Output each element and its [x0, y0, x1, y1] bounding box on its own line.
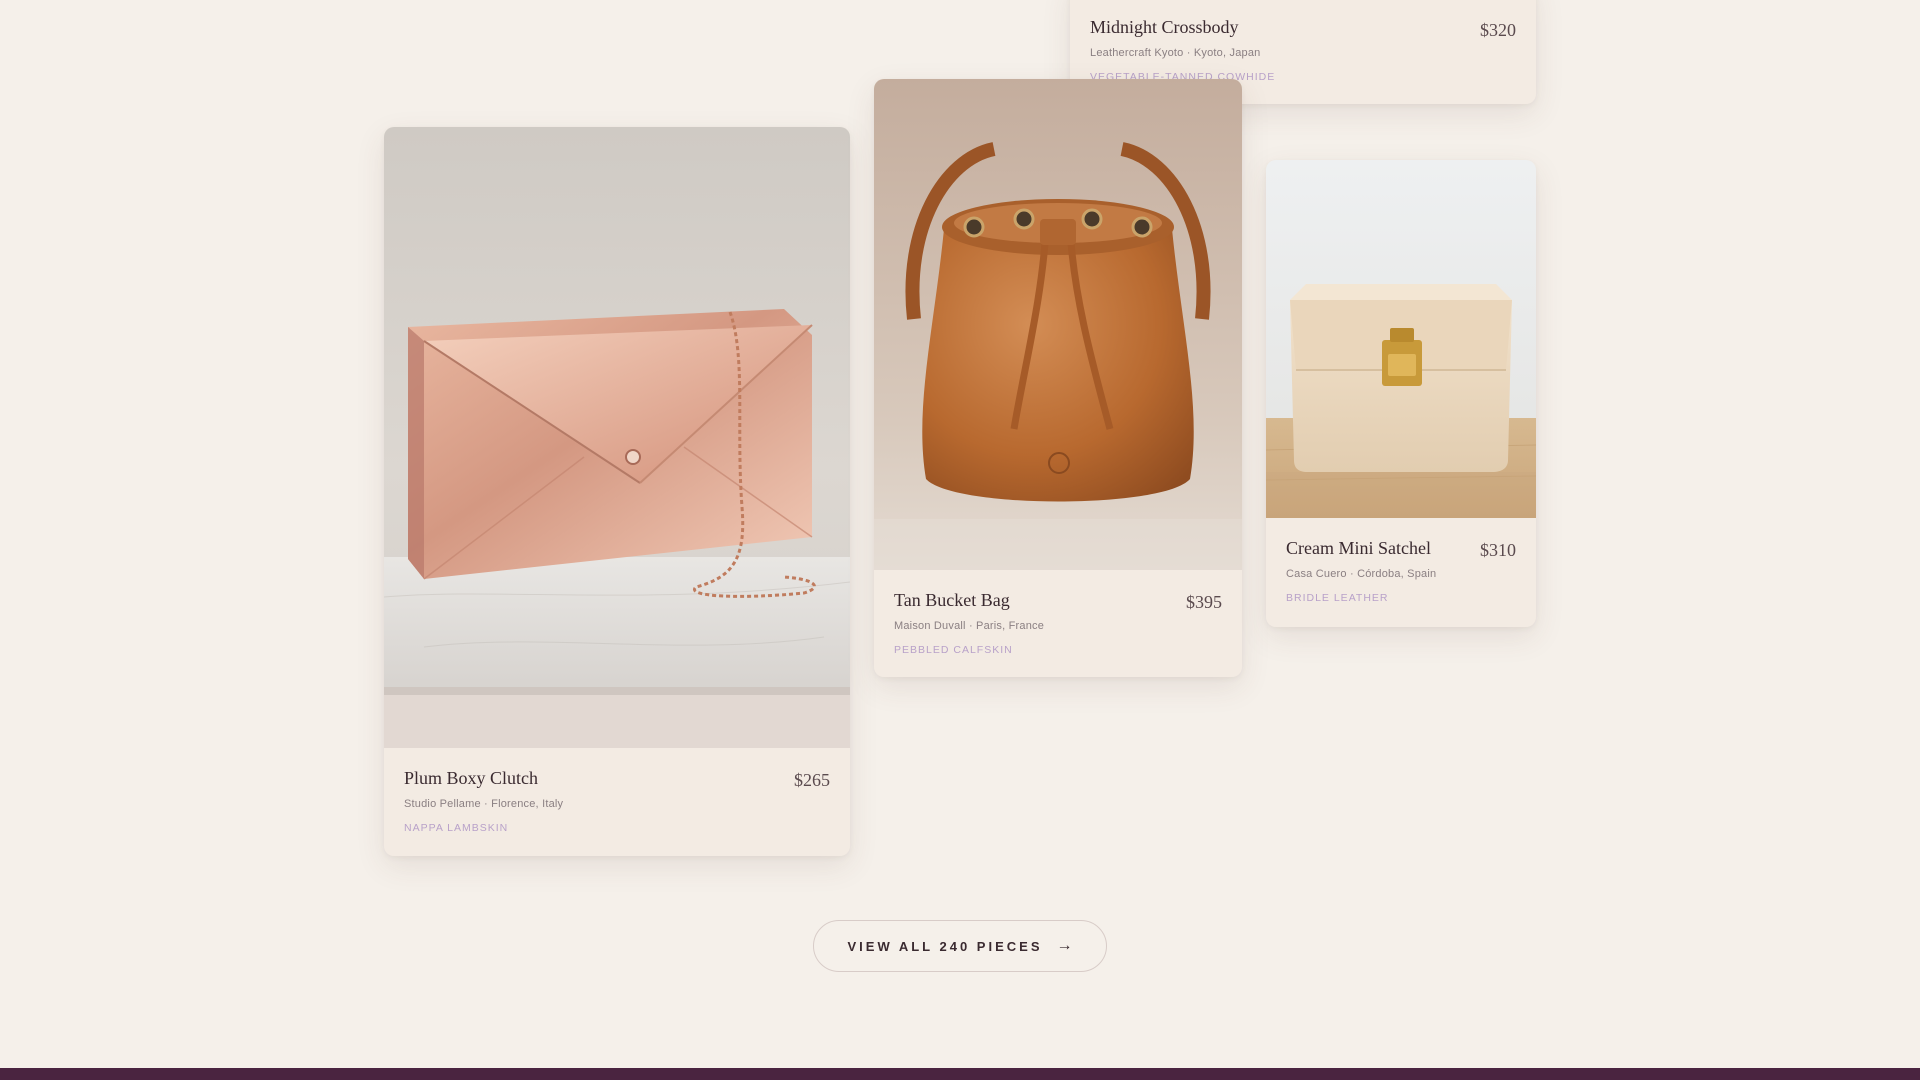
- arrow-right-icon: →: [1056, 937, 1073, 954]
- product-material: PEBBLED CALFSKIN: [894, 643, 1013, 656]
- product-card-plum-boxy-clutch[interactable]: Plum Boxy Clutch $265 Studio Pellame · F…: [384, 127, 850, 856]
- product-card-tan-bucket-bag[interactable]: Tan Bucket Bag $395 Maison Duvall · Pari…: [874, 79, 1242, 677]
- product-name[interactable]: Tan Bucket Bag: [894, 590, 1222, 612]
- product-price: $320: [1480, 20, 1516, 40]
- product-material: BRIDLE LEATHER: [1286, 591, 1389, 604]
- product-maker: Maison Duvall · Paris, France: [894, 619, 1045, 632]
- view-all-button[interactable]: VIEW ALL 240 PIECES →: [813, 920, 1107, 972]
- product-maker: Casa Cuero · Córdoba, Spain: [1286, 567, 1437, 580]
- product-image[interactable]: [384, 127, 850, 748]
- product-info: Tan Bucket Bag $395 Maison Duvall · Pari…: [874, 570, 1242, 656]
- product-grid-page: Midnight Crossbody $320 Leathercraft Kyo…: [0, 0, 1920, 1080]
- product-maker: Leathercraft Kyoto · Kyoto, Japan: [1090, 46, 1261, 59]
- product-material: NAPPA LAMBSKIN: [404, 821, 509, 834]
- bucket-bag-image: [874, 79, 1242, 570]
- clutch-image: [384, 127, 850, 748]
- product-info: Cream Mini Satchel $310 Casa Cuero · Cór…: [1266, 518, 1536, 604]
- product-price: $310: [1480, 540, 1516, 560]
- product-image[interactable]: [874, 79, 1242, 570]
- product-info: Plum Boxy Clutch $265 Studio Pellame · F…: [384, 748, 850, 834]
- product-price: $395: [1186, 592, 1222, 612]
- product-name[interactable]: Plum Boxy Clutch: [404, 768, 830, 790]
- product-price: $265: [794, 770, 830, 790]
- satchel-image: [1266, 160, 1536, 518]
- product-card-cream-mini-satchel[interactable]: Cream Mini Satchel $310 Casa Cuero · Cór…: [1266, 160, 1536, 627]
- product-name[interactable]: Midnight Crossbody: [1090, 17, 1516, 39]
- footer-bar: [0, 1068, 1920, 1080]
- product-maker: Studio Pellame · Florence, Italy: [404, 797, 564, 810]
- product-image[interactable]: [1266, 160, 1536, 518]
- product-info: Midnight Crossbody $320 Leathercraft Kyo…: [1070, 0, 1536, 83]
- view-all-label: VIEW ALL 240 PIECES: [847, 938, 1043, 954]
